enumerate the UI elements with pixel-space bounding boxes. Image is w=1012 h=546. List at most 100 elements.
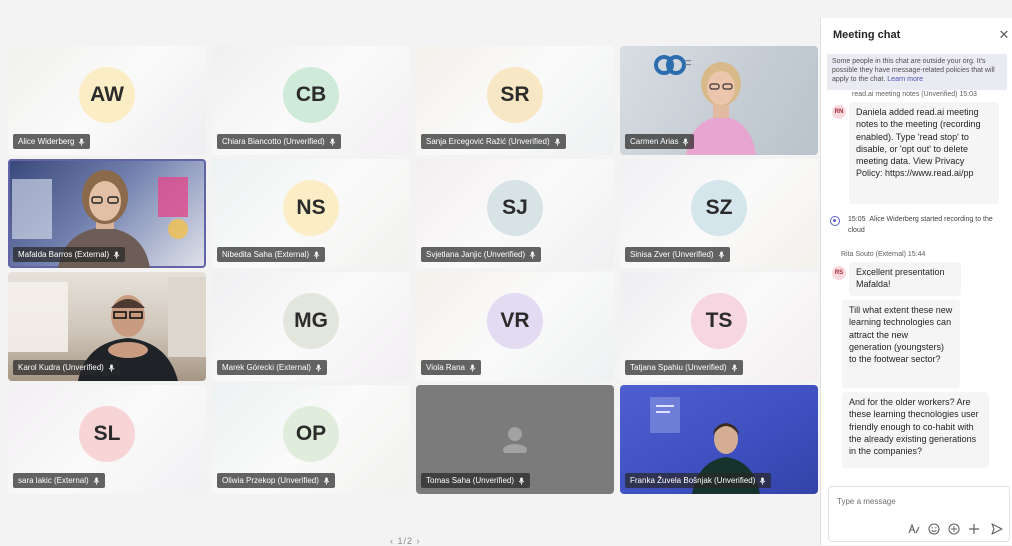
participant-nameplate: Tatjana Spahiu (Unverified) (625, 360, 743, 375)
emoji-icon[interactable] (927, 522, 941, 536)
participant-tile[interactable]: OP Oliwia Przekop (Unverified) (212, 385, 410, 494)
participant-name: Carmen Arias (630, 137, 679, 146)
participant-tile[interactable]: SJ Svjetlana Janjic (Unverified) (416, 159, 614, 268)
participant-name: Sinisa Zver (Unverified) (630, 250, 714, 259)
meeting-chat-panel: Meeting chat ✕ Some people in this chat … (820, 18, 1012, 545)
format-icon[interactable] (907, 522, 921, 536)
participant-name: Nibedita Saha (External) (222, 250, 310, 259)
participant-avatar: NS (283, 179, 339, 236)
mic-icon (113, 251, 120, 259)
recording-icon (830, 216, 840, 226)
participant-nameplate: Oliwia Przekop (Unverified) (217, 473, 335, 488)
participant-name: Alice Widerberg (18, 137, 75, 146)
participant-avatar: TS (691, 292, 747, 349)
chat-message: And for the older workers? Are these lea… (842, 392, 989, 468)
participant-nameplate: Chiara Biancotto (Unverified) (217, 134, 341, 149)
mic-icon (518, 477, 525, 485)
participant-tile[interactable]: Carmen Arias (620, 46, 818, 155)
chat-title: Meeting chat (833, 29, 901, 41)
participant-tile[interactable]: TS Tatjana Spahiu (Unverified) (620, 272, 818, 381)
participant-name: Marek Górecki (External) (222, 363, 311, 372)
participant-avatar: MG (283, 292, 339, 349)
teams-meeting-window: AW Alice Widerberg CB Chiara Biancotto (Unv… (0, 0, 1012, 546)
participant-name: Svjetlana Janjic (Unverified) (426, 250, 526, 259)
close-icon[interactable]: ✕ (995, 26, 1012, 44)
participant-tile[interactable]: SR Sanja Ercegović Ražić (Unverified) (416, 46, 614, 155)
participant-name: Tomas Saha (Unverified) (426, 476, 515, 485)
participant-nameplate: Svjetlana Janjic (Unverified) (421, 247, 542, 262)
avatar: RS (832, 266, 846, 280)
participant-tile[interactable]: Franka Žuvela Bošnjak (Unverified) (620, 385, 818, 494)
participant-nameplate: Sinisa Zver (Unverified) (625, 247, 730, 262)
message-meta: Rita Souto (External) 15:44 (841, 251, 926, 258)
chat-message: Excellent presentation Mafalda! (849, 262, 961, 296)
participant-name: Karol Kudra (Unverified) (18, 363, 104, 372)
participant-name: Chiara Biancotto (Unverified) (222, 137, 325, 146)
participant-tile[interactable]: NS Nibedita Saha (External) (212, 159, 410, 268)
mic-icon (683, 138, 689, 146)
participant-nameplate: Carmen Arias (625, 134, 695, 149)
mic-icon (313, 251, 320, 259)
participant-name: Tatjana Spahiu (Unverified) (630, 363, 727, 372)
participant-avatar: AW (79, 66, 135, 123)
mic-icon (108, 364, 115, 372)
participant-nameplate: Sanja Ercegović Ražić (Unverified) (421, 134, 566, 149)
message-input[interactable] (837, 497, 997, 506)
participant-tile[interactable]: MG Marek Górecki (External) (212, 272, 410, 381)
participant-tile[interactable]: Mafalda Barros (External) (8, 159, 206, 268)
participant-nameplate: Tomas Saha (Unverified) (421, 473, 531, 488)
mic-icon (731, 364, 737, 372)
participant-tile[interactable]: VR Viola Rana (416, 272, 614, 381)
participant-name: Oliwia Przekop (Unverified) (222, 476, 319, 485)
participant-avatar: VR (487, 292, 543, 349)
participant-tile[interactable]: AW Alice Widerberg (8, 46, 206, 155)
participant-avatar: SR (487, 66, 543, 123)
participant-nameplate: Marek Górecki (External) (217, 360, 327, 375)
mic-icon (93, 477, 99, 485)
participant-tile[interactable]: Tomas Saha (Unverified) (416, 385, 614, 494)
mic-icon (329, 138, 336, 146)
participant-nameplate: Nibedita Saha (External) (217, 247, 326, 262)
participant-nameplate: sara lakic (External) (13, 473, 105, 488)
mic-icon (554, 138, 560, 146)
participant-nameplate: Karol Kudra (Unverified) (13, 360, 120, 375)
participant-name: Sanja Ercegović Ražić (Unverified) (426, 137, 550, 146)
participant-avatar: SL (79, 405, 135, 462)
mic-icon (323, 477, 330, 485)
mic-icon (760, 477, 766, 485)
participant-nameplate: Viola Rana (421, 360, 481, 375)
participant-tile[interactable]: CB Chiara Biancotto (Unverified) (212, 46, 410, 155)
add-icon[interactable] (967, 522, 981, 536)
participant-name: Mafalda Barros (External) (18, 250, 110, 259)
participant-tile[interactable]: SZ Sinisa Zver (Unverified) (620, 159, 818, 268)
learn-more-link[interactable]: Learn more (887, 76, 923, 83)
blurred-video (503, 427, 527, 453)
system-message: 15:05 Alice Widerberg started recording … (848, 214, 1008, 236)
participant-tile[interactable]: Karol Kudra (Unverified) (8, 272, 206, 381)
sticker-icon[interactable] (947, 522, 961, 536)
mic-icon (315, 364, 322, 372)
system-text: Alice Widerberg started recording to the… (848, 216, 993, 234)
mic-icon (718, 251, 724, 259)
participant-name: sara lakic (External) (18, 476, 89, 485)
participant-avatar: SZ (691, 179, 747, 236)
mic-icon (529, 251, 536, 259)
chat-message: Daniela added read.ai meeting notes to t… (849, 102, 999, 204)
message-meta: read.ai meeting notes (Unverified) 15:03 (852, 91, 977, 98)
participant-avatar: SJ (487, 179, 543, 236)
send-icon[interactable] (990, 522, 1004, 536)
chat-message: Till what extent these new learning tech… (842, 300, 960, 388)
message-composer (828, 486, 1010, 542)
mic-icon (469, 364, 476, 372)
chat-message-list[interactable]: read.ai meeting notes (Unverified) 15:03… (821, 90, 1012, 490)
video-grid: AW Alice Widerberg CB Chiara Biancotto (Unv… (8, 46, 818, 502)
participant-nameplate: Alice Widerberg (13, 134, 91, 149)
external-participants-notice: Some people in this chat are outside you… (827, 54, 1007, 90)
avatar: RN (832, 105, 846, 119)
system-time: 15:05 (848, 216, 866, 223)
participant-tile[interactable]: SL sara lakic (External) (8, 385, 206, 494)
participant-nameplate: Mafalda Barros (External) (13, 247, 126, 262)
participant-avatar: CB (283, 66, 339, 123)
participant-name: Viola Rana (426, 363, 465, 372)
mic-icon (79, 138, 85, 146)
